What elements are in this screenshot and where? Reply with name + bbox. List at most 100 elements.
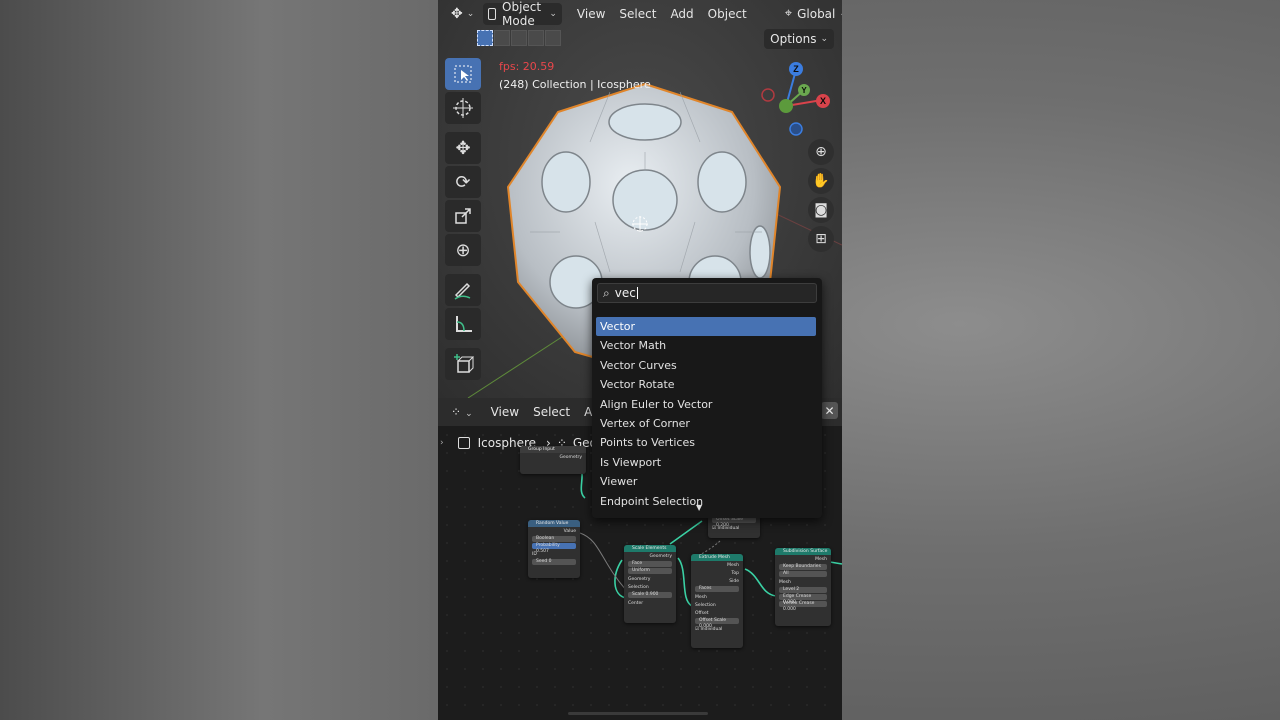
node-header: Extrude Mesh [691, 554, 743, 561]
search-result-item[interactable]: Endpoint Selection [596, 492, 816, 511]
chevron-down-icon: ⌄ [549, 8, 557, 19]
node-menu-select[interactable]: Select [526, 405, 577, 419]
select-new-icon[interactable] [477, 30, 493, 46]
node-extrude-mesh[interactable]: Extrude Mesh Mesh Top Side Faces Mesh Se… [691, 554, 743, 648]
node-field[interactable]: Scale 0.900 [628, 592, 672, 598]
move-arrows-icon: ✥ [455, 137, 471, 159]
search-results: Vector Vector Math Vector Curves Vector … [596, 317, 816, 511]
transform-editor-icon: ✥ [451, 5, 463, 22]
search-result-item[interactable]: Viewer [596, 472, 816, 491]
pan-button[interactable]: ✋ [808, 168, 834, 194]
search-result-item[interactable]: Vertex of Corner [596, 414, 816, 433]
select-extend-icon[interactable] [494, 30, 510, 46]
search-input[interactable]: ⌕ vec [597, 283, 817, 303]
search-icon: ⌕ [603, 285, 610, 300]
transform-orientation-dropdown[interactable]: ⌖ Global ⌄ [780, 3, 842, 25]
node-field[interactable]: Face [628, 561, 672, 567]
options-label: Options [770, 32, 817, 46]
node-socket: Offset [695, 610, 709, 616]
node-field[interactable]: Offset Scale 0.000 [695, 618, 739, 629]
chevron-down-icon: ⌄ [839, 9, 842, 19]
options-dropdown[interactable]: Options ⌄ [764, 29, 834, 49]
node-socket: Mesh [815, 556, 827, 562]
camera-icon: ◙ [814, 202, 828, 218]
node-header: Random Value [528, 520, 580, 527]
select-subtract-icon[interactable] [511, 30, 527, 46]
menu-object[interactable]: Object [703, 3, 752, 25]
search-result-item[interactable]: Is Viewport [596, 453, 816, 472]
search-result-item[interactable]: Vector Math [596, 336, 816, 355]
camera-view-button[interactable]: ◙ [808, 197, 834, 223]
scale-tool[interactable] [445, 200, 481, 232]
text-cursor [636, 287, 638, 299]
search-result-item[interactable]: Vector Curves [596, 356, 816, 375]
node-field[interactable]: Uniform [628, 568, 672, 574]
select-box-tool[interactable] [445, 58, 481, 90]
cursor-tool[interactable] [445, 92, 481, 124]
selection-mode-buttons [477, 30, 561, 46]
search-result-item[interactable]: Vector [596, 317, 816, 337]
node-field[interactable]: All [779, 571, 827, 577]
add-cube-icon [454, 354, 474, 373]
measure-tool[interactable] [445, 308, 481, 340]
geometry-nodes-icon: ⁘ [451, 405, 462, 419]
move-tool[interactable]: ✥ [445, 132, 481, 164]
rotate-icon: ⟳ [455, 171, 471, 193]
menu-add[interactable]: Add [665, 3, 698, 25]
node-socket: ☑ Individual [691, 625, 743, 633]
node-socket: Mesh [695, 594, 707, 600]
node-socket: Geometry [628, 576, 651, 582]
annotate-tool[interactable] [445, 274, 481, 306]
scroll-down-arrow-icon[interactable]: ▼ [696, 503, 702, 512]
node-subdivision-surface[interactable]: Subdivision Surface Mesh Keep Boundaries… [775, 548, 831, 626]
node-scale-elements[interactable]: Scale Elements Geometry Face Uniform Geo… [624, 545, 676, 623]
crosshair-cursor-icon [453, 98, 473, 118]
node-group-input[interactable]: Group Input Geometry [520, 446, 586, 474]
node-menu-view[interactable]: View [484, 405, 526, 419]
node-field[interactable]: Faces [695, 586, 739, 592]
node-socket: Center [628, 600, 644, 606]
horizontal-scrollbar[interactable] [568, 712, 708, 715]
rotate-tool[interactable]: ⟳ [445, 166, 481, 198]
node-socket: ☑ Individual [708, 524, 760, 532]
node-random-value[interactable]: Random Value Value Boolean Probability 0… [528, 520, 580, 578]
chevron-down-icon: ⌄ [465, 409, 473, 419]
menu-select[interactable]: Select [614, 3, 661, 25]
node-field[interactable]: Edge Crease 0.000 [779, 594, 827, 605]
node-editor-type-button[interactable]: ⁘ ⌄ [444, 405, 480, 419]
transform-tool[interactable]: ⊕ [445, 234, 481, 266]
search-result-item[interactable]: Vector Rotate [596, 375, 816, 394]
node-field[interactable]: Keep Boundaries [779, 564, 827, 570]
search-result-item[interactable]: Points to Vertices [596, 433, 816, 452]
transform-icon: ⊕ [455, 239, 471, 261]
node-field[interactable]: Level 2 [779, 587, 827, 593]
object-icon [457, 437, 470, 449]
zoom-button[interactable]: ⊕ [808, 139, 834, 165]
chevron-left-icon[interactable]: › [440, 438, 444, 448]
node-field[interactable]: Boolean [532, 536, 576, 542]
navigation-gizmo[interactable]: Z Y X [758, 60, 838, 140]
close-icon[interactable]: ✕ [821, 402, 838, 419]
menu-view[interactable]: View [572, 3, 610, 25]
select-intersect-icon[interactable] [545, 30, 561, 46]
pencil-icon [454, 282, 471, 300]
node-field[interactable]: Seed 0 [532, 559, 576, 565]
orientation-label: Global [797, 6, 836, 21]
editor-type-button[interactable]: ✥ ⌄ [446, 3, 479, 25]
node-field[interactable]: Probability 0.507 [532, 543, 576, 554]
add-node-search-popup: ⌕ vec Vector Vector Math Vector Curves V… [592, 278, 822, 518]
node-socket: Side [729, 578, 739, 584]
node-field[interactable]: Vertex Crease 0.000 [779, 601, 827, 612]
perspective-toggle-button[interactable]: ⊞ [808, 226, 834, 252]
select-invert-icon[interactable] [528, 30, 544, 46]
add-cube-tool[interactable] [445, 348, 481, 380]
ruler-icon [456, 316, 472, 332]
node-extrude-mesh-2[interactable]: Offset Scale 0.200 ☑ Individual [708, 516, 760, 538]
node-socket: Geometry [559, 454, 582, 460]
zoom-icon: ⊕ [815, 144, 827, 160]
mode-dropdown[interactable]: Object Mode ⌄ [483, 0, 562, 28]
node-socket: Value [563, 528, 576, 534]
gizmo-x-label: X [820, 96, 826, 106]
background-left [0, 0, 438, 720]
search-result-item[interactable]: Align Euler to Vector [596, 395, 816, 414]
